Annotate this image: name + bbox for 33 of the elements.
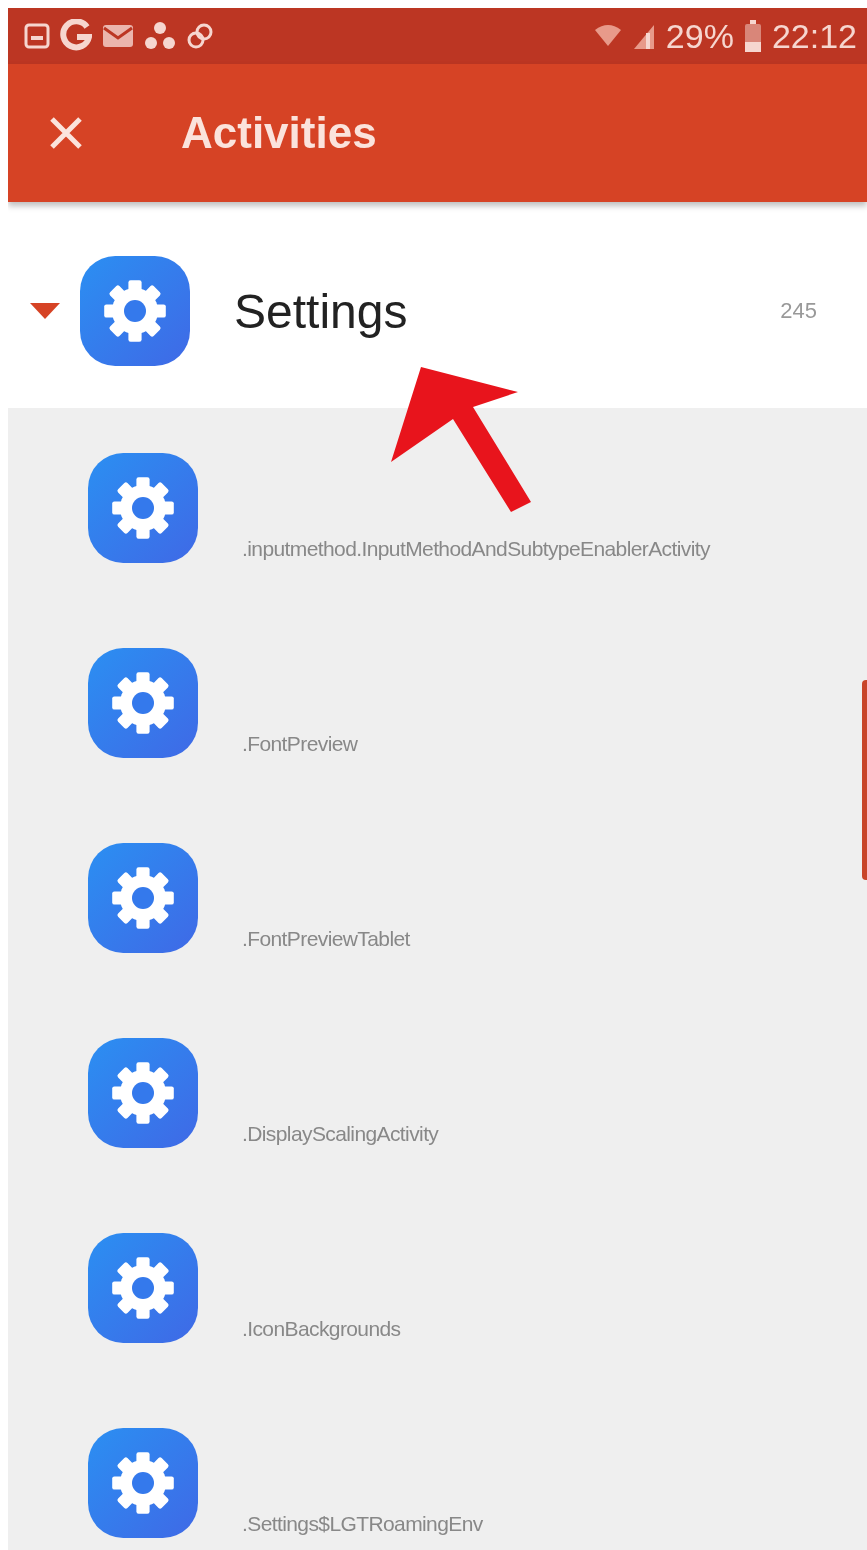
battery-icon <box>743 20 762 52</box>
scroll-handle[interactable] <box>862 680 867 880</box>
link-icon <box>186 22 214 50</box>
activity-name: .FontPreviewTablet <box>242 927 410 952</box>
activity-count: 245 <box>780 298 817 324</box>
activity-name: .IconBackgrounds <box>242 1317 401 1342</box>
settings-icon <box>88 453 198 563</box>
image-icon <box>24 23 50 49</box>
settings-icon <box>88 843 198 953</box>
settings-icon <box>88 1233 198 1343</box>
activity-name: .FontPreview <box>242 732 358 757</box>
activity-row[interactable]: .FontPreviewTablet <box>8 798 867 993</box>
activity-row[interactable]: .inputmethod.InputMethodAndSubtypeEnablerActivity <box>8 408 867 603</box>
activity-row[interactable]: .FontPreview <box>8 603 867 798</box>
settings-icon <box>88 1038 198 1148</box>
clock-time: 22:12 <box>771 16 857 56</box>
battery-percent: 29% <box>665 16 734 56</box>
expand-caret-icon[interactable] <box>30 301 60 321</box>
activity-name: .DisplayScalingActivity <box>242 1122 439 1147</box>
settings-icon <box>88 648 198 758</box>
app-name: Settings <box>234 283 409 339</box>
activity-name: .inputmethod.InputMethodAndSubtypeEnablerActivity <box>242 537 710 562</box>
activity-name: .Settings$LGTRoamingEnv <box>242 1512 483 1537</box>
settings-icon <box>80 256 190 366</box>
dots-icon <box>144 21 176 51</box>
signal-icon <box>631 23 656 49</box>
screen-title: Activities <box>181 108 377 158</box>
g-logo-icon <box>60 19 92 53</box>
activity-row[interactable]: .Settings$LGTRoamingEnv <box>8 1383 867 1550</box>
activity-row[interactable]: .DisplayScalingActivity <box>8 993 867 1188</box>
settings-icon <box>88 1428 198 1538</box>
activity-row[interactable]: .IconBackgrounds <box>8 1188 867 1383</box>
mail-icon <box>102 22 134 50</box>
